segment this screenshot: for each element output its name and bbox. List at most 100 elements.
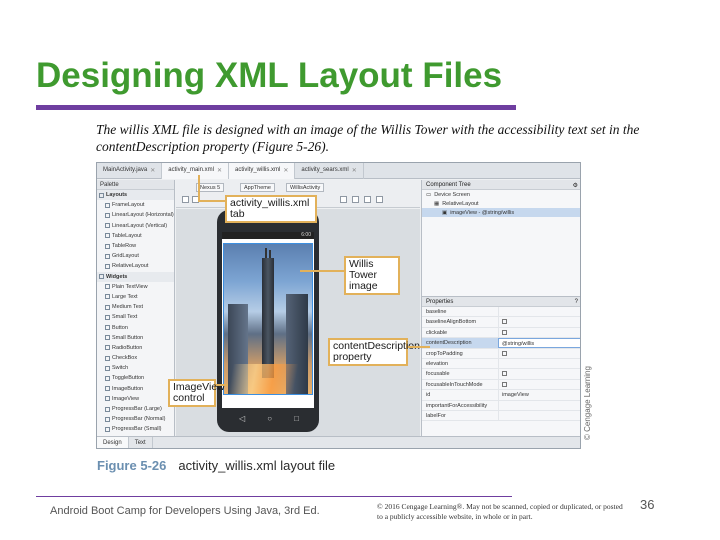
property-row[interactable]: clickable — [422, 327, 580, 339]
tree-row-imageview[interactable]: ▣ imageView - @string/willis — [422, 208, 580, 217]
palette-item[interactable]: LinearLayout (Vertical) — [97, 221, 174, 231]
property-row[interactable]: elevation — [422, 358, 580, 370]
palette-item-label: Small Text — [112, 314, 138, 321]
widget-icon — [105, 223, 110, 229]
palette-item-label: FrameLayout — [112, 202, 145, 209]
property-row[interactable]: baseline — [422, 307, 580, 318]
property-value[interactable] — [498, 400, 580, 410]
property-row[interactable]: focusable — [422, 369, 580, 380]
property-value[interactable] — [498, 410, 580, 421]
device-dropdown[interactable]: Nexus 5 — [196, 183, 225, 192]
palette-item[interactable]: FrameLayout — [97, 200, 174, 210]
properties-list: baseline baselineAlignBottom clickable cont… — [422, 307, 580, 422]
palette-item[interactable]: RelativeLayout — [97, 261, 174, 271]
palette-item[interactable]: Small Text — [97, 312, 174, 322]
tree-row-relativelayout[interactable]: ▦ RelativeLayout — [422, 199, 580, 208]
status-bar: 6:00 — [222, 232, 314, 239]
property-checkbox[interactable] — [498, 369, 580, 379]
palette-item[interactable]: ProgressBar (Normal) — [97, 414, 174, 424]
screenshot-icon[interactable] — [376, 196, 383, 203]
editor-tab-main-java[interactable]: MainActivity.java ✕ — [97, 163, 163, 179]
close-icon[interactable]: ✕ — [217, 167, 222, 179]
activity-dropdown[interactable]: WillisActivity — [286, 183, 325, 192]
zoom-in-icon[interactable] — [182, 196, 189, 203]
palette-item-label: LinearLayout (Horizontal) — [112, 212, 174, 219]
palette-item[interactable]: Plain TextView — [97, 282, 174, 292]
palette-item[interactable]: ImageView — [97, 394, 174, 404]
palette-group[interactable]: Widgets — [97, 271, 174, 282]
copyright-watermark: © Cengage Learning — [583, 366, 592, 440]
recents-icon: □ — [294, 413, 299, 423]
checkbox-icon[interactable] — [502, 329, 507, 335]
property-checkbox[interactable] — [498, 348, 580, 358]
settings-icon[interactable]: ⚙ — [573, 182, 578, 189]
palette-item[interactable]: Medium Text — [97, 302, 174, 312]
palette-item[interactable]: Small Button — [97, 333, 174, 343]
figure-intro-text: The willis XML file is designed with an … — [96, 122, 640, 154]
property-checkbox[interactable] — [498, 317, 580, 327]
property-row[interactable]: contentDescription @string/willis — [422, 338, 580, 349]
tab-design[interactable]: Design — [97, 437, 129, 448]
palette-item-label: ProgressBar (Large) — [112, 406, 162, 413]
palette-item[interactable]: ProgressBar (Large) — [97, 404, 174, 414]
checkbox-icon[interactable] — [502, 350, 507, 356]
close-icon[interactable]: ✕ — [352, 167, 357, 179]
palette-item-label: CheckBox — [112, 355, 138, 362]
property-name: contentDescription — [422, 338, 498, 348]
editor-tab-sears-xml[interactable]: activity_sears.xml ✕ — [295, 163, 364, 179]
close-icon[interactable]: ✕ — [150, 167, 155, 179]
palette-item[interactable]: ImageButton — [97, 384, 174, 394]
property-row[interactable]: id imageView — [422, 390, 580, 401]
checkbox-icon[interactable] — [502, 381, 507, 387]
zoom-fit-icon[interactable] — [340, 196, 347, 203]
palette-item-label: Plain TextView — [112, 283, 148, 290]
property-checkbox[interactable] — [498, 379, 580, 390]
property-row[interactable]: importantForAccessibility — [422, 400, 580, 411]
editor-tab-main-xml[interactable]: activity_main.xml ✕ — [162, 163, 229, 179]
checkbox-icon[interactable] — [502, 319, 507, 325]
palette-item[interactable]: TableLayout — [97, 231, 174, 241]
property-value[interactable] — [498, 307, 580, 317]
palette-item[interactable]: Switch — [97, 363, 174, 373]
close-icon[interactable]: ✕ — [283, 167, 288, 179]
palette-item[interactable]: Large Text — [97, 292, 174, 302]
palette-item[interactable]: GridLayout — [97, 251, 174, 261]
back-icon: ◁ — [239, 413, 246, 423]
property-row[interactable]: focusableInTouchMode — [422, 379, 580, 391]
palette-item-label: ToggleButton — [112, 375, 145, 382]
refresh-icon[interactable] — [364, 196, 371, 203]
palette-item[interactable]: RadioButton — [97, 343, 174, 353]
property-checkbox[interactable] — [498, 327, 580, 338]
component-tree-panel: Component Tree ⚙ ▭ Device Screen ▦ Relativ… — [421, 180, 580, 297]
palette-item[interactable]: TableRow — [97, 241, 174, 251]
palette-item-label: ImageButton — [112, 385, 144, 392]
editor-tab-willis-xml[interactable]: activity_willis.xml ✕ — [229, 163, 296, 179]
tab-text[interactable]: Text — [129, 437, 153, 448]
palette-item[interactable]: ToggleButton — [97, 373, 174, 383]
property-row[interactable]: labelFor — [422, 410, 580, 422]
property-value[interactable]: @string/willis — [498, 338, 580, 348]
property-value[interactable] — [498, 358, 580, 369]
widget-icon — [105, 396, 110, 402]
property-name: labelFor — [426, 412, 446, 419]
tree-row-device-screen[interactable]: ▭ Device Screen — [422, 190, 580, 199]
palette-item-label: ImageView — [112, 395, 140, 402]
palette-group[interactable]: Layouts — [97, 190, 174, 201]
property-row[interactable]: baselineAlignBottom — [422, 317, 580, 328]
theme-dropdown[interactable]: AppTheme — [240, 183, 275, 192]
property-row[interactable]: cropToPadding — [422, 348, 580, 359]
zoom-actual-icon[interactable] — [352, 196, 359, 203]
property-name: clickable — [426, 329, 448, 336]
palette-item[interactable]: ProgressBar (Small) — [97, 424, 174, 434]
widget-icon — [105, 212, 110, 218]
checkbox-icon[interactable] — [502, 371, 507, 377]
palette-item[interactable]: Button — [97, 322, 174, 332]
filter-icon[interactable]: ? — [575, 299, 578, 305]
property-value[interactable]: imageView — [498, 390, 580, 400]
widget-icon — [105, 355, 110, 361]
palette-item[interactable]: CheckBox — [97, 353, 174, 363]
palette-item-label: Layouts — [106, 192, 128, 199]
palette-header: Palette — [97, 180, 174, 190]
nav-bar: ◁ ○ □ — [239, 412, 299, 424]
palette-item[interactable]: LinearLayout (Horizontal) — [97, 210, 174, 220]
